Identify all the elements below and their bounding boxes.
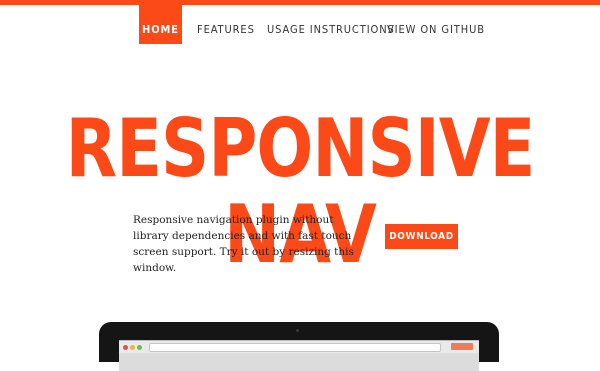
device-camera — [296, 329, 299, 332]
main-nav: HOME FEATURES USAGE INSTRUCTIONS VIEW ON… — [0, 5, 600, 44]
device-screen — [119, 340, 479, 371]
window-maximize-icon — [137, 345, 142, 350]
nav-item-view-on-github[interactable]: VIEW ON GITHUB — [387, 5, 484, 44]
browser-tab-accent — [451, 343, 473, 350]
download-button[interactable]: DOWNLOAD — [385, 224, 458, 249]
nav-item-home[interactable]: HOME — [139, 5, 182, 44]
nav-item-usage-instructions[interactable]: USAGE INSTRUCTIONS — [267, 5, 394, 44]
window-minimize-icon — [130, 345, 135, 350]
window-close-icon — [123, 345, 128, 350]
hero-tagline: Responsive navigation plugin without lib… — [133, 214, 354, 274]
device-mockup — [99, 322, 499, 371]
browser-toolbar — [119, 341, 479, 353]
nav-item-features[interactable]: FEATURES — [197, 5, 254, 44]
browser-address-bar — [149, 343, 441, 352]
